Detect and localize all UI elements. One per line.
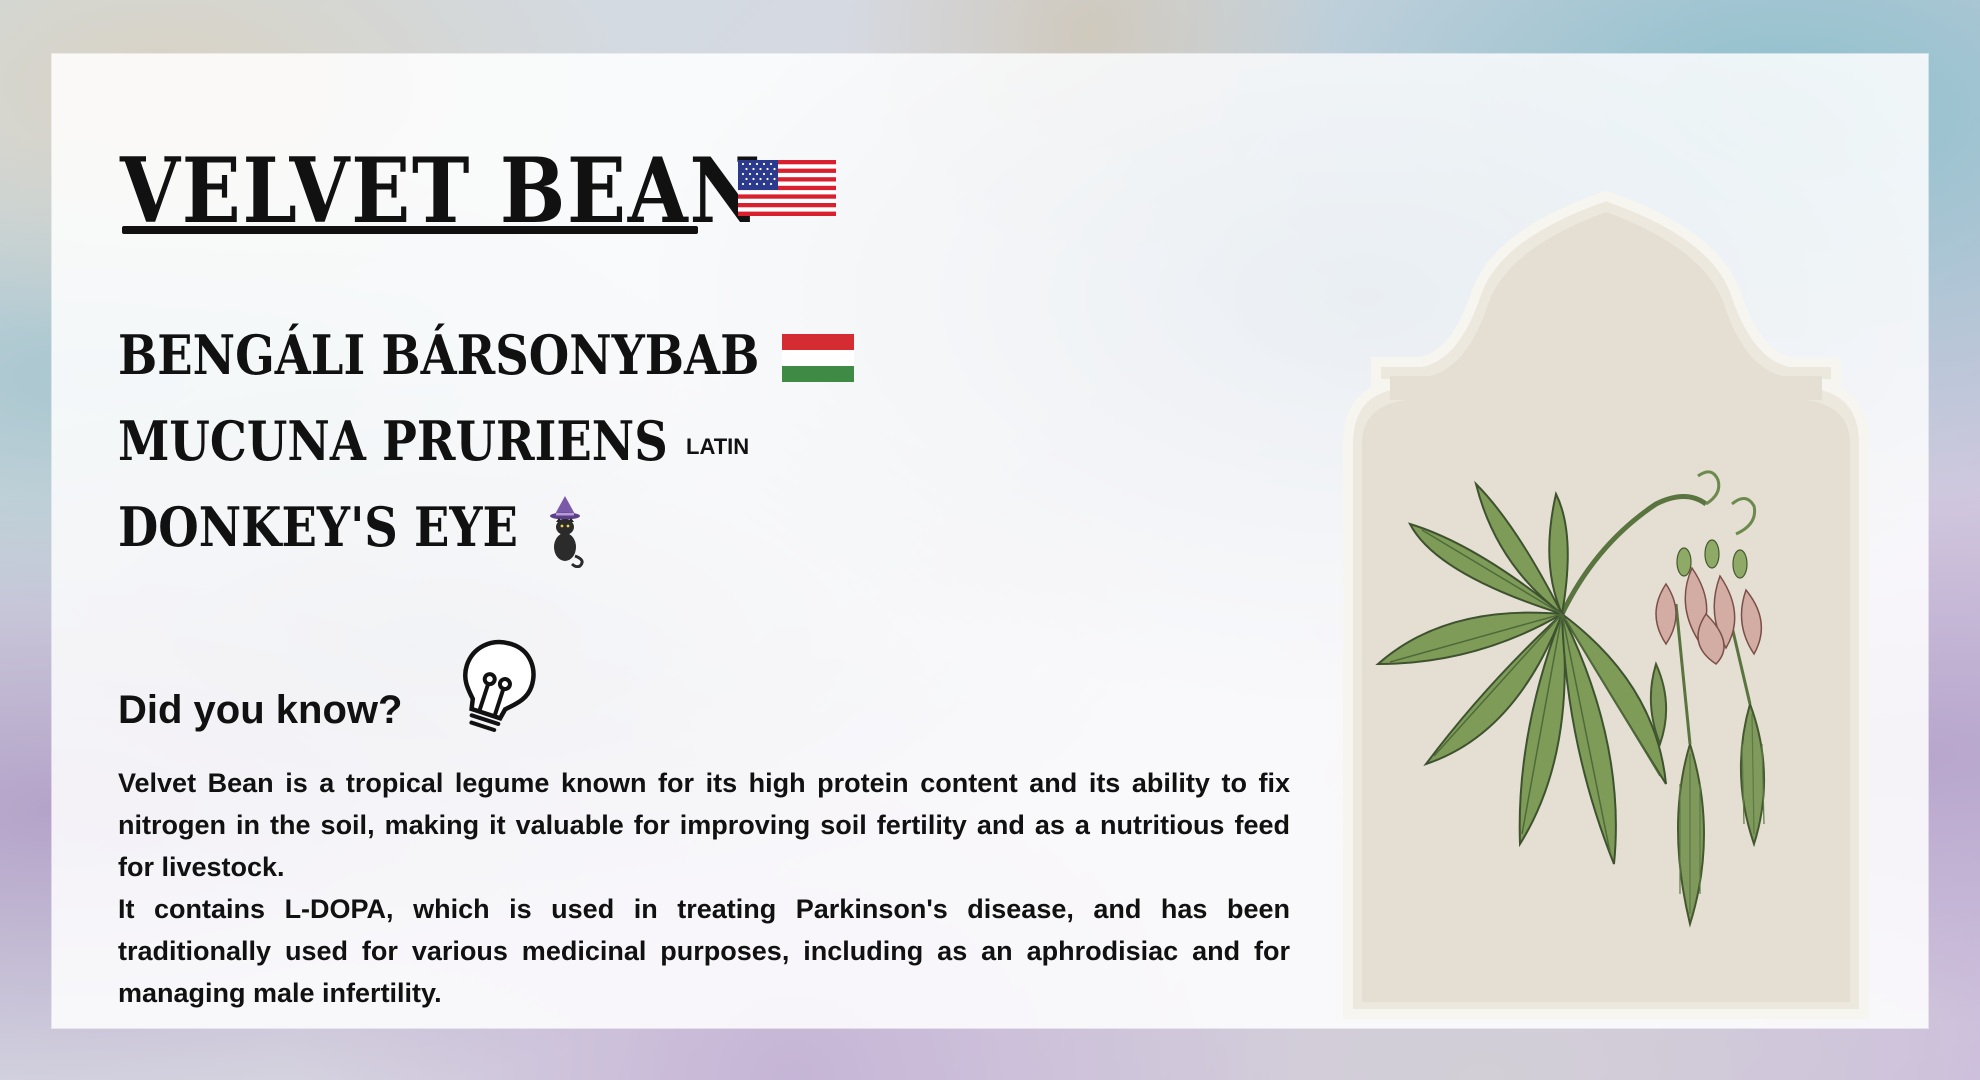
name-row-folk: DONKEY'S EYE [118,484,864,570]
name-row-hungarian: BENGÁLI BÁRSONYBAB [118,312,864,398]
latin-tag: LATIN [686,434,750,459]
did-you-know-heading: Did you know? [118,688,403,732]
description: Velvet Bean is a tropical legume known f… [118,762,1290,1014]
name-row-latin: MUCUNA PRURIENS LATIN [118,398,864,484]
witch-cat-icon [550,496,584,568]
name-folk: DONKEY'S EYE [118,495,518,559]
lightbulb-icon [462,639,536,732]
title-underline [122,226,698,234]
card-panel: VELVET BEAN BENGÁLI BÁRSONYBAB MUCUNA PR… [52,54,1928,1028]
us-flag-icon [738,160,836,216]
description-paragraph-1: Velvet Bean is a tropical legume known f… [118,768,1290,882]
name-latin: MUCUNA PRURIENS [118,409,668,473]
alternate-names: BENGÁLI BÁRSONYBAB MUCUNA PRURIENS LATIN… [118,312,864,570]
hungarian-flag-icon [782,334,854,382]
velvet-bean-illustration [1343,190,1869,1019]
page-title: VELVET BEAN [120,138,763,244]
description-paragraph-2: It contains L-DOPA, which is used in tre… [118,894,1290,1008]
name-hungarian: BENGÁLI BÁRSONYBAB [118,323,760,387]
